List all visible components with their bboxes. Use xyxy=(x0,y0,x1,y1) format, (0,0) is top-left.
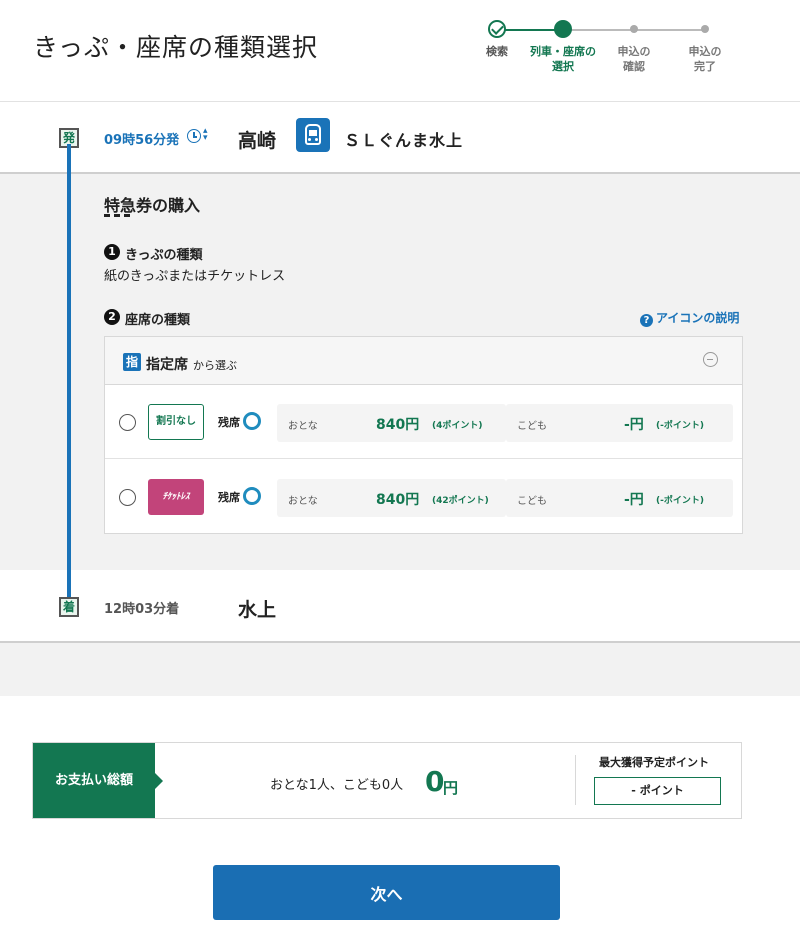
seat-type-title: 座席の種類 xyxy=(125,313,191,328)
seat-option-radio[interactable] xyxy=(119,414,136,431)
check-icon xyxy=(488,20,506,38)
seat-option-row[interactable]: 割引なし 残席 おとな 840円 (4ポイント) こども -円 (-ポイント) xyxy=(105,385,742,459)
child-label: こども xyxy=(517,421,547,432)
arrival-badge: 着 xyxy=(59,597,79,617)
clock-icon[interactable] xyxy=(187,129,201,143)
number-badge: 2 xyxy=(104,309,120,325)
seat-panel: 指 指定席 から選ぶ 割引なし 残席 おとな 840円 (4ポイント) こども … xyxy=(104,336,743,534)
help-link-label: アイコンの説明 xyxy=(656,311,740,325)
question-icon: ? xyxy=(640,314,653,327)
chevron-up-down-icon[interactable]: ▴ ▾ xyxy=(203,127,208,143)
adult-points: (4ポイント) xyxy=(432,421,483,431)
departure-station: 高崎 xyxy=(238,130,277,152)
departure-time: 09時56分発 xyxy=(104,133,180,148)
child-fare: こども -円 (-ポイント) xyxy=(506,479,733,517)
title-underline xyxy=(104,214,130,217)
child-fare: こども -円 (-ポイント) xyxy=(506,404,733,442)
step-label: 申込の 確認 xyxy=(617,45,651,73)
step-label: 列車・座席の 選択 xyxy=(530,45,596,73)
ticket-type-title: きっぷの種類 xyxy=(125,248,203,263)
adult-label: おとな xyxy=(288,496,318,507)
ticket-label-ticketless: ﾁｹｯﾄﾚｽ xyxy=(148,479,204,515)
progress-stepper: 検索 列車・座席の 選択 申込の 確認 申込の 完了 xyxy=(462,18,752,80)
child-price: -円 xyxy=(624,492,644,508)
passenger-count: おとな1人、こども0人 xyxy=(270,778,404,793)
child-points: (-ポイント) xyxy=(656,496,704,506)
ticket-label-no-discount: 割引なし xyxy=(148,404,204,440)
route-timeline xyxy=(67,144,71,599)
future-step-dot xyxy=(701,25,709,33)
reserved-seat-sub: から選ぶ xyxy=(193,359,237,372)
seat-option-radio[interactable] xyxy=(119,489,136,506)
child-price: -円 xyxy=(624,417,644,433)
payment-summary: お支払い総額 おとな1人、こども0人 0 円 最大獲得予定ポイント - ポイント xyxy=(32,742,742,819)
future-step-dot xyxy=(630,25,638,33)
next-button[interactable]: 次へ xyxy=(213,865,560,920)
spacer xyxy=(0,643,800,696)
icon-help-link[interactable]: ? アイコンの説明 xyxy=(640,309,739,327)
adult-label: おとな xyxy=(288,421,318,432)
collapse-icon[interactable] xyxy=(703,352,718,367)
seat-panel-header[interactable]: 指 指定席 から選ぶ xyxy=(105,337,742,385)
step-label: 申込の 完了 xyxy=(688,45,722,73)
reserved-seat-label: 指定席 xyxy=(146,357,188,373)
payment-amount: 0 xyxy=(425,765,445,798)
train-name: ＳＬぐんま水上 xyxy=(344,131,464,150)
payment-label: お支払い総額 xyxy=(33,743,163,818)
adult-fare: おとな 840円 (42ポイント) xyxy=(277,479,506,517)
reserved-seat-icon: 指 xyxy=(123,353,141,371)
points-value: - ポイント xyxy=(594,777,721,805)
vacancy-available-icon xyxy=(243,487,261,505)
step-label: 検索 xyxy=(486,45,508,58)
vacancy-available-icon xyxy=(243,412,261,430)
train-icon xyxy=(296,118,330,152)
vacancy-label: 残席 xyxy=(218,491,240,504)
points-title: 最大獲得予定ポイント xyxy=(599,756,709,769)
arrival-time: 12時03分着 xyxy=(104,602,180,617)
current-step-dot xyxy=(554,20,572,38)
ticket-type-value: 紙のきっぷまたはチケットレス xyxy=(104,269,286,284)
adult-price: 840円 xyxy=(376,417,420,433)
arrival-station: 水上 xyxy=(238,599,277,621)
child-label: こども xyxy=(517,496,547,507)
number-badge: 1 xyxy=(104,244,120,260)
seat-option-row[interactable]: ﾁｹｯﾄﾚｽ 残席 おとな 840円 (42ポイント) こども -円 (-ポイン… xyxy=(105,460,742,534)
child-points: (-ポイント) xyxy=(656,421,704,431)
adult-points: (42ポイント) xyxy=(432,496,489,506)
adult-price: 840円 xyxy=(376,492,420,508)
header-divider xyxy=(0,101,800,102)
divider xyxy=(575,755,576,805)
vacancy-label: 残席 xyxy=(218,416,240,429)
page-title: きっぷ・座席の種類選択 xyxy=(33,33,319,62)
payment-unit: 円 xyxy=(443,779,459,797)
section-title: 特急券の購入 xyxy=(104,196,201,215)
adult-fare: おとな 840円 (4ポイント) xyxy=(277,404,506,442)
